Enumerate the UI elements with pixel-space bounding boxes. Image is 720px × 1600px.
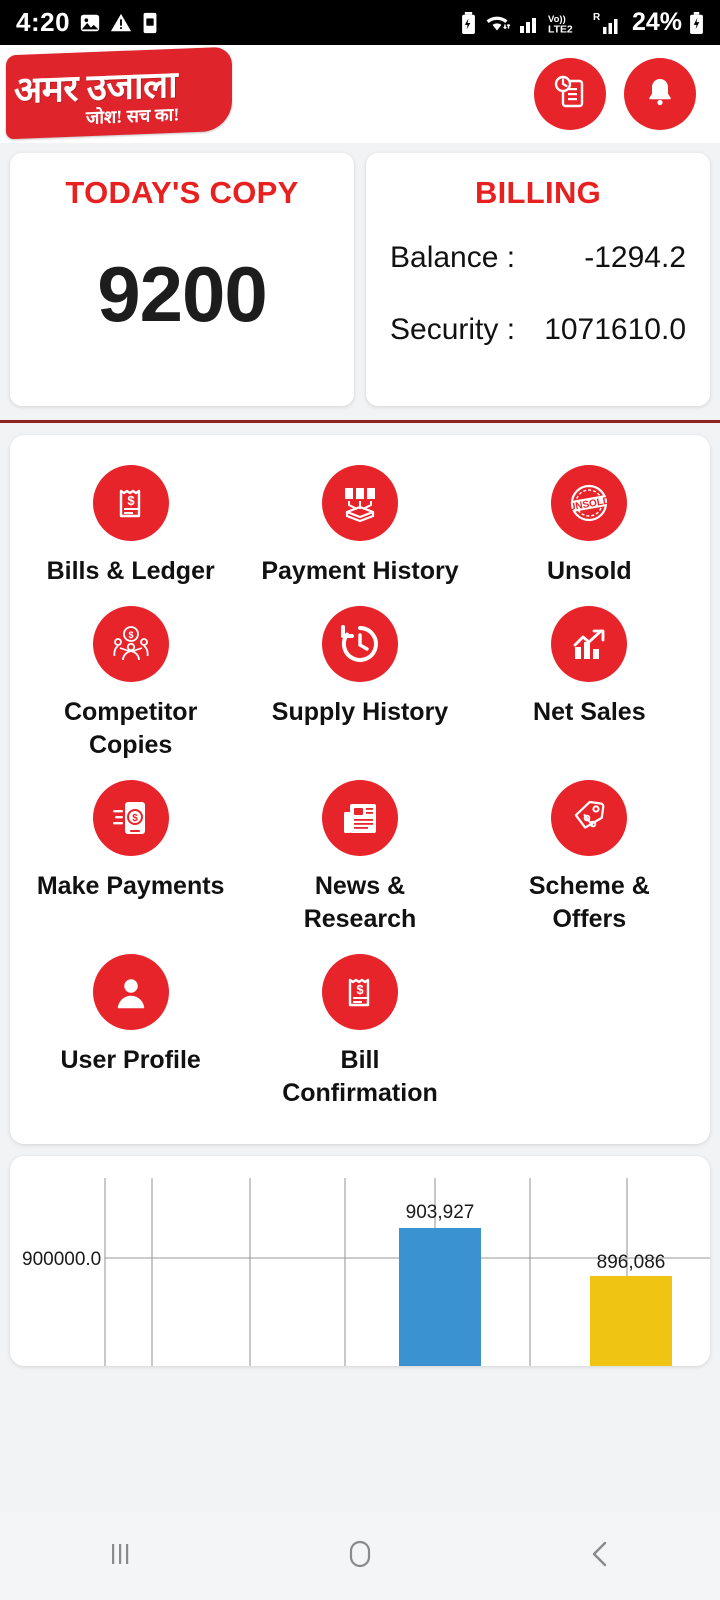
home-button[interactable] [300, 1512, 420, 1600]
menu-grid: $ Bills & Ledger Payment History UNSOLD … [16, 461, 704, 1114]
menu-item-label: Unsold [546, 557, 632, 585]
report-button[interactable] [534, 58, 606, 130]
billing-card[interactable]: BILLING Balance : -1294.2 Security : 107… [366, 153, 710, 406]
svg-text:$: $ [132, 813, 138, 824]
menu-grid-empty-slot [475, 950, 704, 1114]
unsold-stamp-icon: UNSOLD [551, 465, 628, 541]
battery-saver-icon [460, 11, 477, 34]
menu-item-bill-confirmation[interactable]: $ Bill Confirmation [245, 950, 474, 1114]
price-tag-percent-icon [551, 780, 628, 856]
menu-item-news-research[interactable]: News & Research [245, 776, 474, 940]
charging-battery-icon [689, 11, 704, 34]
status-bar-right: Vo)) LTE2 R 24% [460, 8, 704, 37]
svg-text:$: $ [356, 982, 364, 997]
menu-item-net-sales[interactable]: Net Sales [475, 602, 704, 766]
chart-vertical-gridlines [104, 1178, 628, 1366]
menu-item-label: Bill Confirmation [282, 1046, 438, 1107]
battery-percent-label: 24% [631, 8, 682, 36]
receipt-dollar-icon: $ [321, 954, 398, 1030]
roaming-signal-icon: R [593, 11, 623, 35]
status-bar: 4:20 Vo)) LTE2 R 24% [0, 0, 720, 45]
todays-copy-value: 9200 [97, 250, 268, 338]
chart-bar-blue-label: 903,927 [406, 1202, 475, 1223]
summary-cards: TODAY'S COPY 9200 BILLING Balance : -129… [0, 143, 720, 406]
menu-item-unsold[interactable]: UNSOLD Unsold [475, 461, 704, 592]
home-circle-icon [342, 1536, 378, 1577]
billing-rows: Balance : -1294.2 Security : 1071610.0 [376, 241, 700, 347]
menu-item-make-payments[interactable]: $ Make Payments [16, 776, 245, 940]
people-coin-icon: $ [92, 606, 169, 682]
sales-bar-chart: 900000.0 903,927 896,086 [22, 1178, 710, 1366]
android-nav-bar [0, 1512, 720, 1600]
menu-item-supply-history[interactable]: Supply History [245, 602, 474, 766]
menu-item-label: Net Sales [533, 698, 646, 726]
newspaper-icon [321, 780, 398, 856]
menu-item-label: Competitor Copies [63, 698, 198, 759]
security-value: 1071610.0 [544, 313, 686, 346]
chart-bar-yellow-label: 896,086 [597, 1252, 666, 1273]
balance-label: Balance : [390, 241, 516, 274]
menu-item-label: User Profile [60, 1046, 201, 1074]
back-button[interactable] [540, 1512, 660, 1600]
header-actions [534, 58, 696, 130]
menu-item-user-profile[interactable]: User Profile [16, 950, 245, 1114]
documents-tray-icon [321, 465, 398, 541]
menu-item-label: Bills & Ledger [46, 557, 215, 585]
document-clock-icon [550, 72, 590, 117]
menu-grid-card: $ Bills & Ledger Payment History UNSOLD … [10, 435, 710, 1144]
app-logo: अमर उजाला जोश! सच का! [0, 45, 240, 143]
status-bar-clock: 4:20 [16, 7, 71, 37]
menu-item-label: Scheme & Offers [528, 872, 650, 933]
security-label: Security : [390, 313, 516, 346]
svg-text:$: $ [127, 493, 135, 508]
signal-icon [519, 13, 541, 33]
notification-button[interactable] [624, 58, 696, 130]
menu-item-scheme-offers[interactable]: Scheme & Offers [475, 776, 704, 940]
user-avatar-icon [92, 954, 169, 1030]
balance-value: -1294.2 [584, 241, 686, 274]
todays-copy-title: TODAY'S COPY [65, 175, 299, 210]
menu-item-label: Payment History [261, 557, 459, 585]
svg-text:R: R [593, 12, 601, 23]
warning-icon [110, 12, 132, 34]
balance-row: Balance : -1294.2 [390, 241, 686, 275]
recents-icon [103, 1537, 137, 1576]
sales-chart-card[interactable]: 900000.0 903,927 896,086 [10, 1156, 710, 1366]
menu-item-label: Supply History [271, 698, 449, 726]
bell-icon [640, 72, 680, 117]
menu-item-competitor-copies[interactable]: $ Competitor Copies [16, 602, 245, 766]
billing-title: BILLING [474, 175, 602, 210]
sim-card-icon [141, 12, 159, 34]
section-divider [0, 420, 720, 423]
menu-item-payment-history[interactable]: Payment History [245, 461, 474, 592]
back-chevron-icon [583, 1537, 617, 1576]
menu-item-bills-ledger[interactable]: $ Bills & Ledger [16, 461, 245, 592]
menu-item-label: News & Research [303, 872, 417, 933]
wifi-icon [484, 12, 512, 34]
chart-y-tick-label: 900000.0 [22, 1249, 101, 1270]
svg-text:$: $ [128, 630, 133, 640]
app-header: अमर उजाला जोश! सच का! [0, 45, 720, 143]
bar-chart-arrow-icon [551, 606, 628, 682]
security-row: Security : 1071610.0 [390, 313, 686, 347]
todays-copy-card[interactable]: TODAY'S COPY 9200 [10, 153, 354, 406]
chart-bar-blue [399, 1228, 481, 1366]
mobile-payment-icon: $ [92, 780, 169, 856]
recents-button[interactable] [60, 1512, 180, 1600]
status-bar-left: 4:20 [16, 7, 159, 38]
volte-icon: Vo)) LTE2 [548, 11, 586, 35]
image-icon [79, 12, 101, 34]
svg-text:LTE2: LTE2 [548, 24, 573, 35]
menu-item-label: Make Payments [36, 872, 225, 900]
svg-text:Vo)): Vo)) [548, 14, 566, 25]
clock-history-icon [321, 606, 398, 682]
receipt-dollar-icon: $ [92, 465, 169, 541]
chart-bar-yellow [590, 1276, 672, 1366]
